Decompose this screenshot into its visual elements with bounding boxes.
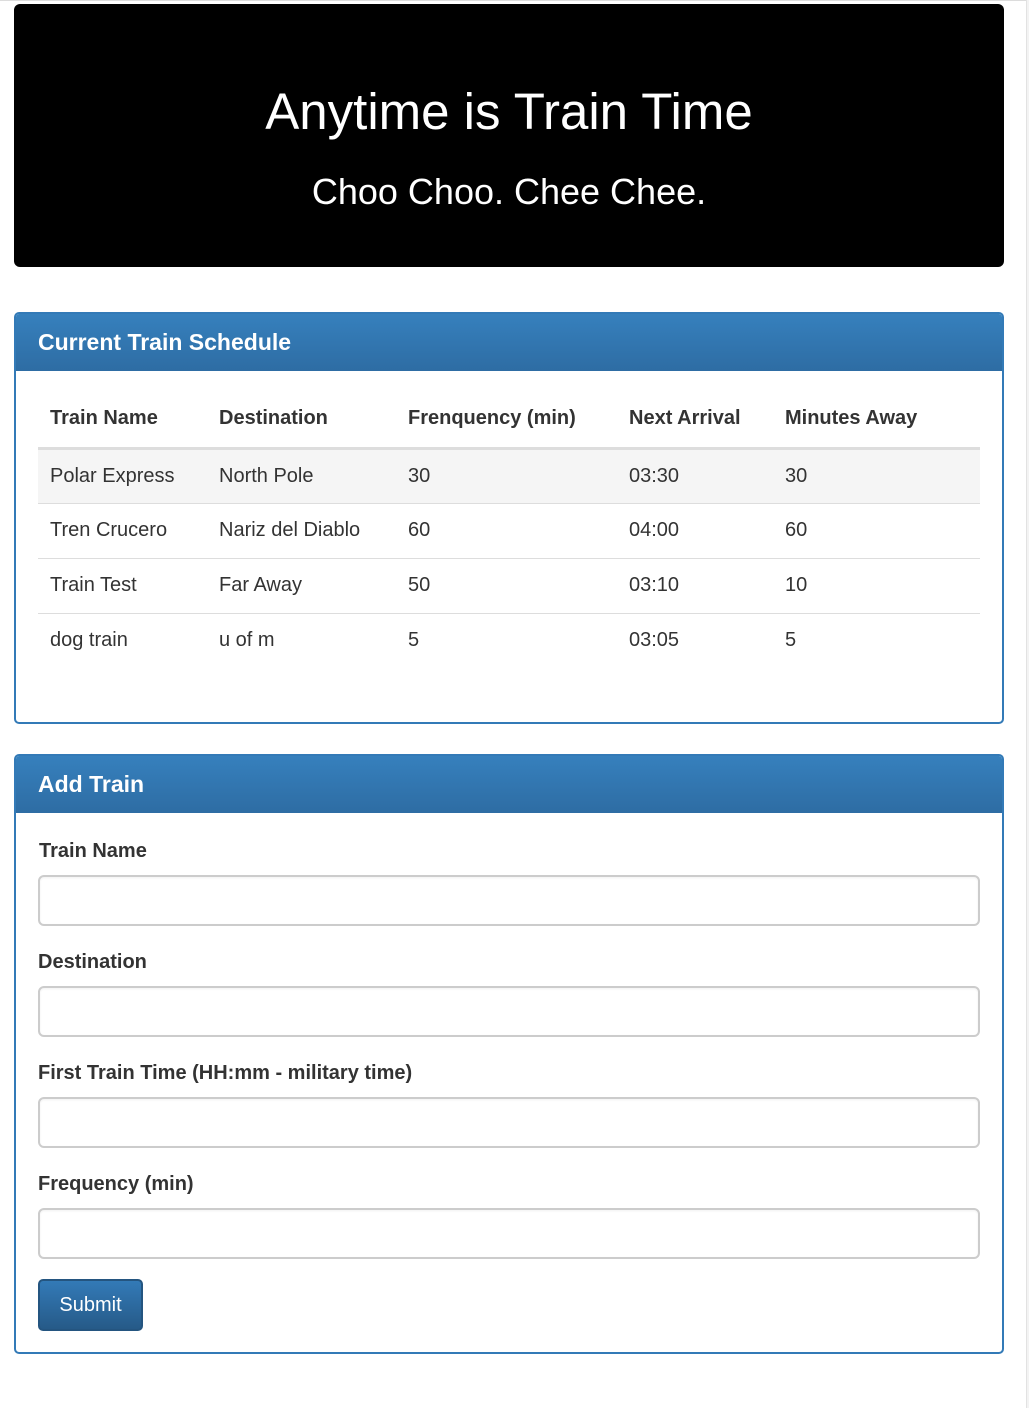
cell-next-arrival: 04:00	[617, 502, 773, 558]
cell-train-name: dog train	[38, 612, 207, 668]
column-header-frequency: Frenquency (min)	[396, 391, 617, 450]
train-schedule-table: Train Name Destination Frenquency (min) …	[38, 391, 980, 668]
cell-destination: u of m	[207, 612, 396, 668]
page-title: Anytime is Train Time	[265, 83, 753, 140]
form-group-first-train-time: First Train Time (HH:mm - military time)	[38, 1061, 980, 1148]
cell-frequency: 50	[396, 557, 617, 613]
page-subtitle: Choo Choo. Chee Chee.	[311, 171, 707, 212]
destination-label: Destination	[38, 951, 147, 973]
destination-input[interactable]	[38, 986, 980, 1037]
jumbotron-header: Anytime is Train Time Choo Choo. Chee Ch…	[14, 4, 1004, 267]
column-header-next-arrival: Next Arrival	[617, 391, 773, 450]
table-row: Tren Crucero Nariz del Diablo 60 04:00 6…	[38, 502, 980, 558]
frequency-input[interactable]	[38, 1208, 980, 1259]
table-row: Train Test Far Away 50 03:10 10	[38, 557, 980, 613]
schedule-panel: Current Train Schedule Train Name Destin…	[14, 312, 1004, 724]
cell-minutes-away: 10	[773, 557, 980, 613]
cell-next-arrival: 03:05	[617, 612, 773, 668]
cell-train-name: Train Test	[38, 557, 207, 613]
add-train-panel-title: Add Train	[16, 756, 1002, 813]
train-name-input[interactable]	[38, 875, 980, 926]
form-group-destination: Destination	[38, 950, 980, 1037]
column-header-destination: Destination	[207, 391, 396, 450]
cell-destination: North Pole	[207, 448, 396, 503]
cell-next-arrival: 03:10	[617, 557, 773, 613]
cell-frequency: 30	[396, 448, 617, 503]
cell-minutes-away: 30	[773, 448, 980, 503]
add-train-panel: Add Train Train Name Destination First T…	[14, 754, 1004, 1354]
cell-train-name: Polar Express	[38, 448, 207, 503]
table-header-row: Train Name Destination Frenquency (min) …	[38, 391, 980, 450]
table-row: Polar Express North Pole 30 03:30 30	[38, 448, 980, 503]
column-header-train-name: Train Name	[38, 391, 207, 450]
window-top-edge	[0, 0, 1029, 1]
first-train-time-input[interactable]	[38, 1097, 980, 1148]
form-group-train-name: Train Name	[38, 839, 980, 926]
train-name-label: Train Name	[39, 840, 147, 862]
cell-frequency: 5	[396, 612, 617, 668]
first-train-time-label: First Train Time (HH:mm - military time)	[38, 1062, 413, 1084]
cell-destination: Far Away	[207, 557, 396, 613]
table-row: dog train u of m 5 03:05 5	[38, 612, 980, 668]
submit-button[interactable]: Submit	[38, 1279, 143, 1331]
cell-minutes-away: 60	[773, 502, 980, 558]
cell-next-arrival: 03:30	[617, 448, 773, 503]
schedule-panel-title: Current Train Schedule	[16, 314, 1002, 371]
column-header-minutes-away: Minutes Away	[773, 391, 980, 450]
cell-train-name: Tren Crucero	[38, 502, 207, 558]
frequency-label: Frequency (min)	[38, 1173, 194, 1195]
cell-minutes-away: 5	[773, 612, 980, 668]
cell-destination: Nariz del Diablo	[207, 502, 396, 558]
form-group-frequency: Frequency (min)	[38, 1172, 980, 1259]
cell-frequency: 60	[396, 502, 617, 558]
